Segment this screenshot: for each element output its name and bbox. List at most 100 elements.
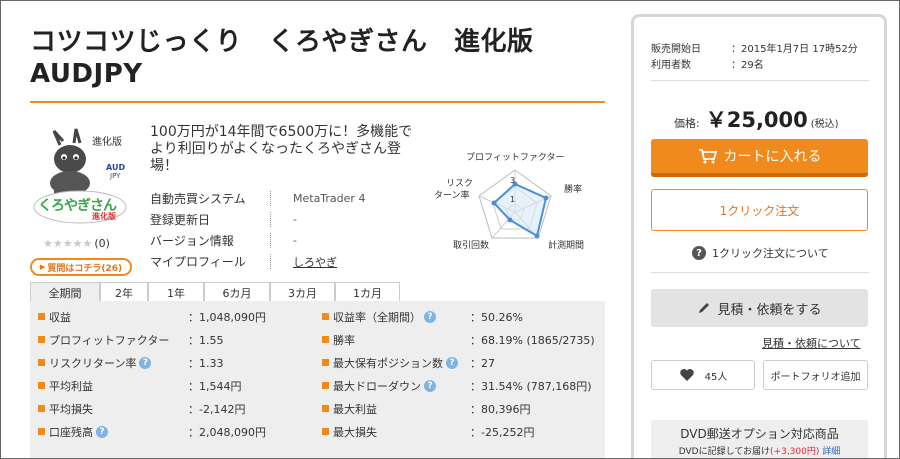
- stat-label: 最大ドローダウン?: [333, 378, 436, 394]
- radar-scale-1: 1: [510, 195, 516, 204]
- tab-6m[interactable]: 6カ月: [204, 282, 270, 302]
- stat-label: 勝率: [333, 332, 355, 348]
- stat-label-text: 勝率: [333, 333, 355, 347]
- radar-label-trades: 取引回数: [453, 241, 490, 251]
- review-count: (0): [94, 237, 110, 250]
- help-icon[interactable]: ?: [139, 356, 152, 369]
- spec-label: マイプロフィール: [150, 255, 246, 269]
- period-tabs: 全期間 2年 1年 6カ月 3カ月 1カ月: [30, 282, 400, 302]
- stat-row: 収益 ：1,048,090円: [38, 305, 308, 328]
- spec-label: 自動売買システム: [150, 192, 246, 206]
- stat-row: 平均利益 ：1,544円: [38, 374, 308, 397]
- tab-3m[interactable]: 3カ月: [270, 282, 335, 302]
- dvd-subtext: DVDに記録してお届け(+3,300円) 詳細: [651, 444, 868, 457]
- one-click-order-button[interactable]: 1クリック注文: [651, 189, 868, 231]
- radar-point: [543, 195, 549, 201]
- estimate-request-button[interactable]: 見積・依頼をする: [651, 289, 868, 327]
- profile-link[interactable]: しろやぎ: [293, 254, 337, 270]
- stat-label-text: 平均利益: [49, 379, 93, 393]
- square-bullet-icon: [322, 313, 329, 320]
- add-to-cart-label: カートに入れる: [723, 149, 822, 165]
- title-line-1: コツコツじっくり くろやぎさん 進化版: [30, 27, 534, 57]
- stat-value: ：2,048,090円: [188, 425, 266, 439]
- stat-label-text: 収益率（全期間）: [333, 310, 421, 324]
- dvd-price: (+3,300円): [770, 447, 820, 457]
- stat-row: リスクリターン率? ：1.33: [38, 351, 308, 374]
- dvd-title: DVD郵送オプション対応商品: [680, 427, 839, 441]
- tab-1y[interactable]: 1年: [148, 282, 204, 302]
- radar-series: [492, 182, 548, 238]
- users-row: 利用者数 ：29名: [651, 55, 858, 71]
- square-bullet-icon: [38, 313, 45, 320]
- radar-label-pf: プロフィットファクター: [466, 153, 565, 163]
- stat-row: 勝率 ：68.19% (1865/2735): [322, 328, 602, 351]
- stat-label: 口座残高?: [49, 424, 108, 440]
- like-button[interactable]: 45人: [651, 360, 755, 390]
- sale-info: 販売開始日 ：2015年1月7日 17時52分 利用者数 ：29名: [651, 39, 858, 71]
- stat-value: ：1,544円: [188, 379, 242, 393]
- stat-label-text: 最大保有ポジション数: [333, 356, 443, 370]
- help-icon[interactable]: ?: [96, 425, 108, 438]
- price-label: 価格:: [674, 117, 700, 130]
- dvd-detail-link[interactable]: 詳細: [822, 447, 840, 457]
- price-tax: (税込): [810, 119, 839, 130]
- tab-1m[interactable]: 1カ月: [335, 282, 400, 302]
- help-icon[interactable]: ?: [424, 310, 436, 323]
- product-image[interactable]: 進化版 AUD JPY くろやぎさん 進化版: [30, 125, 135, 233]
- radar-scale-3: 3: [510, 176, 516, 185]
- users-label: 利用者数: [651, 59, 691, 71]
- square-bullet-icon: [322, 382, 329, 389]
- page-title: コツコツじっくり くろやぎさん 進化版 AUDJPY: [30, 26, 605, 90]
- stat-value: ：-2,142円: [188, 402, 246, 416]
- question-icon: ?: [692, 246, 706, 260]
- stat-value: ：1.33: [188, 356, 224, 370]
- release-date-label: 販売開始日: [651, 43, 701, 55]
- help-icon[interactable]: ?: [424, 379, 436, 392]
- spec-value: -: [293, 213, 297, 226]
- spec-row: マイプロフィール しろやぎ: [150, 251, 400, 272]
- cart-icon: [698, 149, 717, 164]
- stat-value: ：50.26%: [470, 310, 523, 324]
- help-icon[interactable]: ?: [446, 356, 458, 369]
- like-count: 45人: [704, 371, 728, 383]
- question-button-label: 質問はコチラ(26): [47, 263, 123, 274]
- tab-all[interactable]: 全期間: [30, 282, 100, 302]
- spec-separator: [270, 254, 271, 269]
- add-portfolio-button[interactable]: ポートフォリオ追加: [763, 360, 868, 390]
- radar-point: [507, 217, 513, 223]
- stats-right-column: 収益率（全期間）? ：50.26% 勝率 ：68.19% (1865/2735)…: [322, 305, 602, 443]
- stat-label: プロフィットファクター: [49, 332, 169, 348]
- one-click-help-link[interactable]: ? 1クリック注文について: [692, 245, 829, 261]
- users-value: ：29名: [731, 59, 764, 71]
- stat-label: リスクリターン率?: [49, 355, 152, 371]
- stat-label: 平均利益: [49, 378, 93, 394]
- dvd-sub-text: DVDに記録してお届け: [678, 447, 771, 457]
- question-button[interactable]: ▶ 質問はコチラ(26): [30, 258, 132, 276]
- spec-row: バージョン情報 -: [150, 230, 400, 251]
- triangle-right-icon: ▶: [39, 263, 46, 271]
- image-pair-bottom: JPY: [110, 172, 121, 180]
- radar-chart: プロフィットファクター 勝率 計測期間 取引回数 リスク ターン率 3 1: [420, 140, 600, 260]
- title-divider: [30, 101, 605, 103]
- title-line-2: AUDJPY: [30, 59, 143, 89]
- stat-row: 最大利益 ：80,396円: [322, 397, 602, 420]
- stat-label: 収益率（全期間）?: [333, 309, 436, 325]
- add-to-cart-button[interactable]: カートに入れる: [651, 139, 868, 177]
- rating: ★★★★★ (0): [43, 237, 110, 250]
- release-date-value: ：2015年1月7日 17時52分: [731, 43, 858, 55]
- stat-label-text: プロフィットファクター: [49, 333, 170, 347]
- spec-table: 自動売買システム MetaTrader 4 登録更新日 - バージョン情報 - …: [150, 188, 400, 272]
- stat-value: ：1.55: [188, 333, 224, 347]
- square-bullet-icon: [322, 359, 329, 366]
- stat-label: 最大損失: [333, 424, 377, 440]
- heart-icon: [679, 369, 694, 381]
- tab-2y[interactable]: 2年: [100, 282, 148, 302]
- image-badge: 進化版: [92, 137, 122, 148]
- stat-value: ：80,396円: [470, 402, 531, 416]
- square-bullet-icon: [322, 405, 329, 412]
- spec-row: 自動売買システム MetaTrader 4: [150, 188, 400, 209]
- estimate-info-link[interactable]: 見積・依頼について: [762, 335, 861, 351]
- stat-row: プロフィットファクター ：1.55: [38, 328, 308, 351]
- estimate-request-label: 見積・依頼をする: [717, 302, 822, 318]
- stat-row: 最大損失 ：-25,252円: [322, 420, 602, 443]
